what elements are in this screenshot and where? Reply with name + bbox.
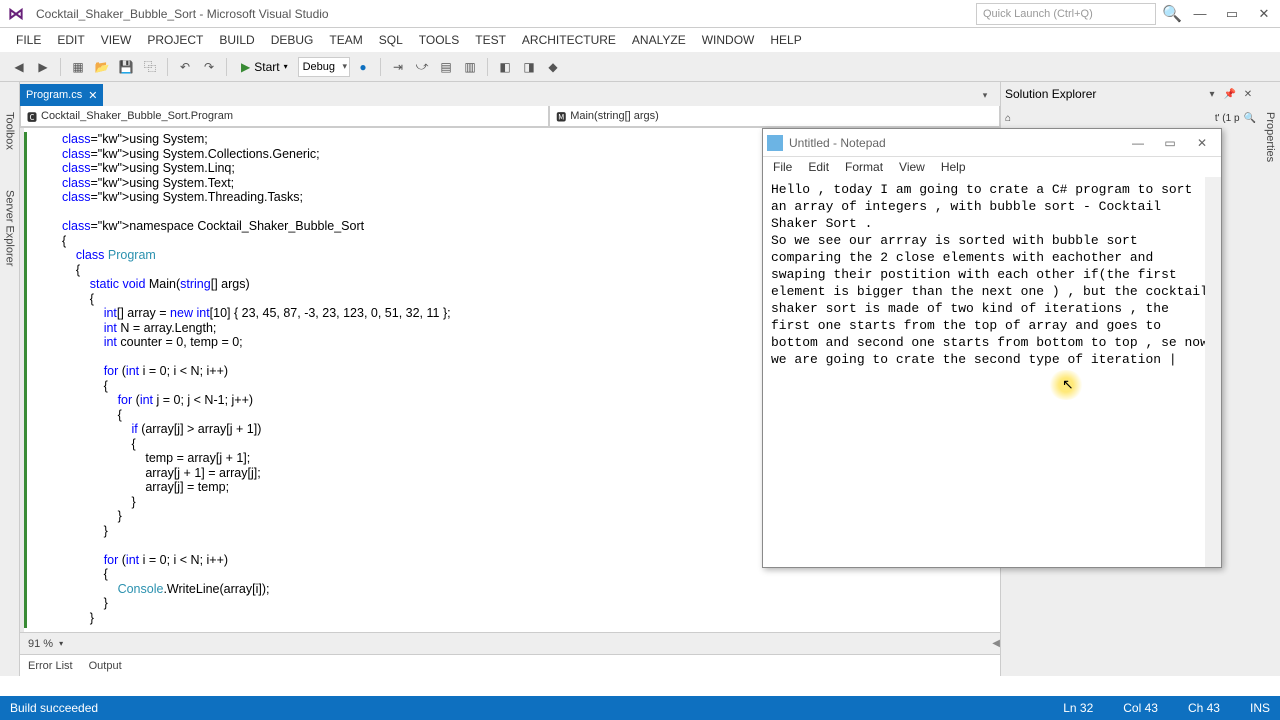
menu-view[interactable]: VIEW [93,29,140,51]
close-tab-icon[interactable]: ✕ [88,89,97,102]
menu-debug[interactable]: DEBUG [263,29,322,51]
home-icon[interactable]: ⌂ [1005,113,1011,124]
forward-icon[interactable]: ▶ [32,56,54,78]
member-navigator[interactable]: 🅼Main(string[] args) [549,106,1000,127]
solution-explorer-title: Solution Explorer [1005,87,1096,101]
window-title: Cocktail_Shaker_Bubble_Sort - Microsoft … [32,7,976,21]
start-debug-button[interactable]: ▶Start▾ [233,56,296,78]
menu-help[interactable]: HELP [762,29,809,51]
status-message: Build succeeded [10,701,98,715]
menu-edit[interactable]: EDIT [49,29,92,51]
toolbox-tab[interactable]: Toolbox [4,112,16,150]
notepad-scrollbar[interactable] [1205,177,1221,567]
status-ins: INS [1250,701,1270,715]
browser-icon[interactable]: ● [352,56,374,78]
close-button[interactable]: ✕ [1248,0,1280,28]
editor-footer: 91 %▾ ◀ [20,632,1000,654]
uncomment-icon[interactable]: ◨ [518,56,540,78]
menu-sql[interactable]: SQL [371,29,411,51]
file-tab-strip: Program.cs✕ ▾ [20,82,1000,106]
redo-icon[interactable]: ↷ [198,56,220,78]
close-panel-icon[interactable]: ✕ [1240,89,1256,100]
notepad-menu: File Edit Format View Help [763,157,1221,177]
menu-analyze[interactable]: ANALYZE [624,29,694,51]
new-project-icon[interactable]: ▦ [67,56,89,78]
menu-tools[interactable]: TOOLS [411,29,467,51]
comment-icon[interactable]: ◧ [494,56,516,78]
search-hint: t' (1 p [1215,113,1240,124]
file-tab-program[interactable]: Program.cs✕ [20,84,103,106]
minimize-button[interactable]: — [1184,0,1216,28]
notepad-maximize[interactable]: ▭ [1155,132,1185,154]
right-tool-tabs: Properties [1260,82,1280,676]
step-over-icon[interactable]: ⤻ [411,56,433,78]
error-list-tab[interactable]: Error List [28,660,73,672]
notepad-menu-file[interactable]: File [767,160,798,174]
menu-bar: FILEEDITVIEWPROJECTBUILDDEBUGTEAMSQLTOOL… [0,28,1280,52]
quick-launch-input[interactable]: Quick Launch (Ctrl+Q) [976,3,1156,25]
notepad-text-area[interactable]: Hello , today I am going to crate a C# p… [763,177,1221,567]
notepad-window[interactable]: Untitled - Notepad — ▭ ✕ File Edit Format V… [762,128,1222,568]
vs-logo-icon: ⋈ [0,0,32,28]
bookmark-icon[interactable]: ◆ [542,56,564,78]
menu-build[interactable]: BUILD [211,29,262,51]
pin-icon[interactable]: 📌 [1222,89,1238,100]
left-tool-tabs: Toolbox Server Explorer [0,82,20,676]
menu-window[interactable]: WINDOW [694,29,763,51]
zoom-level[interactable]: 91 % [28,638,53,650]
status-bar: Build succeeded Ln 32 Col 43 Ch 43 INS [0,696,1280,720]
notepad-menu-help[interactable]: Help [935,160,972,174]
notepad-menu-view[interactable]: View [893,160,931,174]
indent-icon[interactable]: ▤ [435,56,457,78]
tab-dropdown-icon[interactable]: ▾ [974,84,996,106]
status-col: Col 43 [1123,701,1158,715]
notepad-menu-format[interactable]: Format [839,160,889,174]
step-icon[interactable]: ⇥ [387,56,409,78]
output-tab[interactable]: Output [89,660,122,672]
open-icon[interactable]: 📂 [91,56,113,78]
undo-icon[interactable]: ↶ [174,56,196,78]
server-explorer-tab[interactable]: Server Explorer [4,190,16,266]
notepad-close[interactable]: ✕ [1187,132,1217,154]
title-bar: ⋈ Cocktail_Shaker_Bubble_Sort - Microsof… [0,0,1280,28]
status-line: Ln 32 [1063,701,1093,715]
save-icon[interactable]: 💾 [115,56,137,78]
notepad-title-bar[interactable]: Untitled - Notepad — ▭ ✕ [763,129,1221,157]
menu-team[interactable]: TEAM [321,29,370,51]
status-ch: Ch 43 [1188,701,1220,715]
bottom-panel-tabs: Error List Output [20,654,1000,676]
notepad-minimize[interactable]: — [1123,132,1153,154]
menu-file[interactable]: FILE [8,29,49,51]
notepad-icon [767,135,783,151]
dropdown-icon[interactable]: ▾ [1204,89,1220,100]
search-icon[interactable]: 🔍 [1244,113,1256,124]
type-navigator[interactable]: 🅲Cocktail_Shaker_Bubble_Sort.Program [20,106,549,127]
properties-tab[interactable]: Properties [1264,112,1276,162]
notepad-menu-edit[interactable]: Edit [802,160,835,174]
back-icon[interactable]: ◀ [8,56,30,78]
config-dropdown[interactable]: Debug [298,57,350,77]
save-all-icon[interactable]: ⿻ [139,56,161,78]
maximize-button[interactable]: ▭ [1216,0,1248,28]
menu-project[interactable]: PROJECT [139,29,211,51]
menu-test[interactable]: TEST [467,29,514,51]
menu-architecture[interactable]: ARCHITECTURE [514,29,624,51]
notepad-title: Untitled - Notepad [789,136,1123,150]
search-icon[interactable]: 🔍 [1160,4,1184,24]
outdent-icon[interactable]: ▥ [459,56,481,78]
toolbar: ◀ ▶ ▦ 📂 💾 ⿻ ↶ ↷ ▶Start▾ Debug ● ⇥ ⤻ ▤ ▥ … [0,52,1280,82]
